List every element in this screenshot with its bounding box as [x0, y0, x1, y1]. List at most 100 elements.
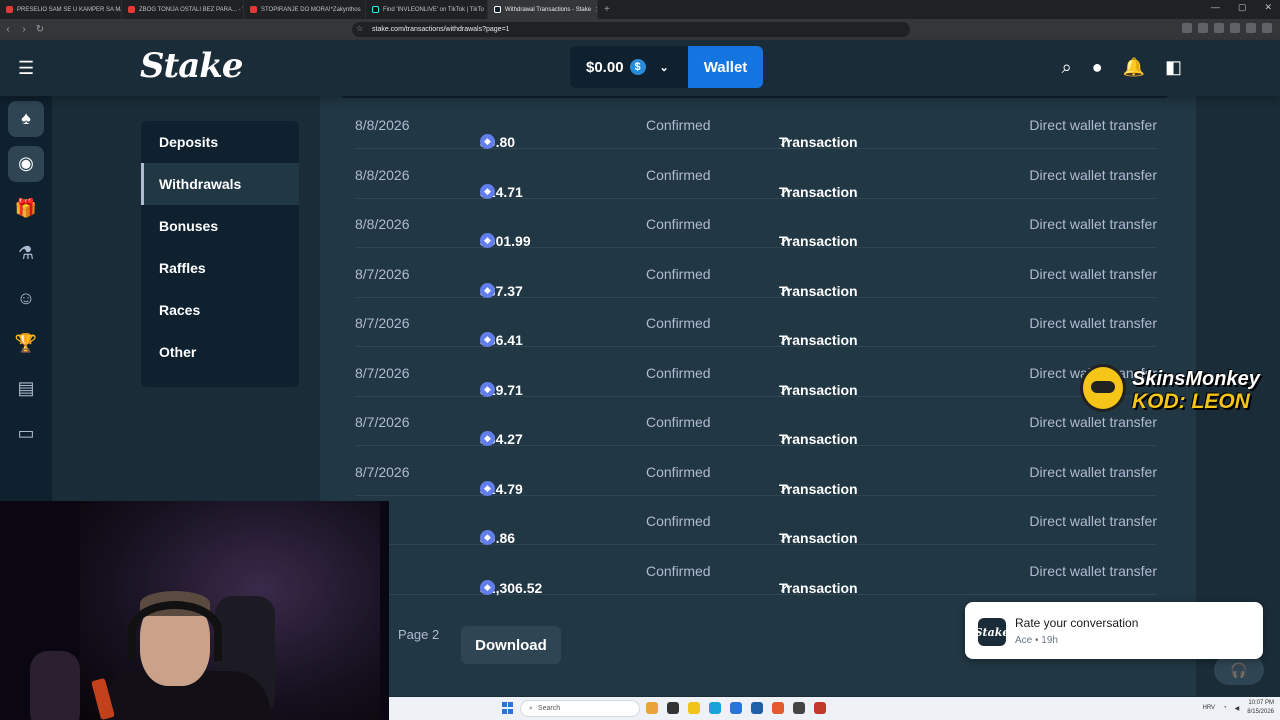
store-icon[interactable]	[730, 702, 742, 714]
back-icon[interactable]: ‹	[0, 24, 16, 35]
browser-tab[interactable]: PRESELIO SAM SE U KAMPER SA MA	[0, 0, 122, 19]
app-icon[interactable]	[751, 702, 763, 714]
new-tab-button[interactable]: +	[604, 4, 610, 15]
blog-icon[interactable]: ▤	[0, 366, 52, 411]
date-cell: 8/8/2026	[355, 216, 410, 232]
sidenav-item-races[interactable]: Races	[141, 289, 299, 331]
browser-tab[interactable]: ZBOG TONIJA OSTALI BEZ PARA... - Y	[122, 0, 244, 19]
reload-icon[interactable]: ↻	[32, 24, 48, 35]
ethereum-icon: ◆	[480, 134, 495, 149]
tab-title: Withdrawal Transactions - Stake	[505, 6, 592, 13]
usd-coin-icon: $	[629, 59, 646, 75]
extension-icon[interactable]	[1214, 23, 1224, 33]
external-link-icon: ↗	[779, 183, 790, 199]
edge-icon[interactable]	[709, 702, 721, 714]
hamburger-menu-icon[interactable]: ☰	[18, 58, 34, 79]
date-cell: 8/7/2026	[355, 463, 410, 480]
wallet-button[interactable]: Wallet	[688, 46, 763, 88]
sidenav-item-raffles[interactable]: Raffles	[141, 247, 299, 289]
close-window-button[interactable]: ✕	[1264, 2, 1272, 13]
affiliate-icon[interactable]: ☺	[0, 276, 52, 321]
app-icon[interactable]	[814, 702, 826, 714]
sidenav-item-bonuses[interactable]: Bonuses	[141, 205, 299, 247]
chat-panel-icon[interactable]: ◧	[1165, 57, 1182, 78]
windows-start-icon[interactable]	[502, 702, 514, 714]
sidenav-item-other[interactable]: Other	[141, 331, 299, 373]
bookmark-icon[interactable]: ☆	[356, 24, 363, 33]
date-cell: 8/7/2026	[355, 364, 410, 381]
date-cell: 8/7/2026	[355, 315, 410, 331]
transaction-link-label: Transaction	[779, 480, 858, 497]
extension-icon[interactable]	[1246, 23, 1256, 33]
gaming-chair	[30, 651, 80, 720]
balance-dropdown[interactable]: $0.00 $ ⌄	[570, 46, 688, 88]
brave-icon[interactable]	[772, 702, 784, 714]
sidenav-item-withdrawals[interactable]: Withdrawals	[141, 163, 299, 205]
table-row: 8/7/2026 $34.27 ◆ Confirmed Transaction ↗ Dire…	[355, 397, 1157, 447]
app-icon[interactable]	[793, 702, 805, 714]
sidenav-item-deposits[interactable]: Deposits	[141, 121, 299, 163]
youtube-icon	[6, 6, 13, 13]
tab-title: Find 'INVLEONLIVE' on TikTok | TikTo	[383, 6, 484, 13]
browser-tab[interactable]: Withdrawal Transactions - Stake✕	[488, 0, 598, 19]
volume-icon[interactable]: ◀	[1235, 705, 1240, 712]
status-cell: Confirmed	[646, 513, 711, 529]
status-cell: Confirmed	[646, 463, 711, 480]
maximize-button[interactable]: ▢	[1238, 2, 1247, 13]
close-icon[interactable]: ✕	[595, 5, 597, 14]
table-row: 8/8/2026 $14.71 ◆ Confirmed Transaction ↗ Dire…	[355, 150, 1157, 200]
task-view-icon[interactable]	[667, 702, 679, 714]
wifi-icon[interactable]: ◔	[1223, 705, 1227, 711]
support-headset-icon[interactable]: 🎧	[1214, 655, 1264, 685]
bell-icon[interactable]: 🔔	[1123, 57, 1145, 78]
system-tray: HRV ◔ ◀ 10:07 PM 8/15/2026	[1202, 699, 1274, 717]
gift-icon[interactable]: 🎁	[0, 186, 52, 231]
language-indicator[interactable]: HRV	[1202, 705, 1215, 711]
extension-icon[interactable]	[1230, 23, 1240, 33]
date-cell: 8/8/2026	[355, 117, 410, 133]
flask-icon[interactable]: ⚗	[0, 231, 52, 276]
search-icon: ⌕	[529, 704, 533, 712]
download-button[interactable]: Download	[461, 626, 561, 664]
ethereum-icon: ◆	[480, 431, 495, 446]
method-cell: Direct wallet transfer	[1029, 513, 1157, 529]
user-icon[interactable]: ●	[1092, 57, 1103, 78]
forum-icon[interactable]: ▭	[0, 411, 52, 456]
minimize-button[interactable]: —	[1211, 2, 1220, 13]
sponsor-code: KOD: LEON	[1132, 390, 1250, 413]
youtube-icon	[128, 6, 135, 13]
rail-item-casino[interactable]: ♠	[0, 96, 52, 141]
status-cell: Confirmed	[646, 265, 711, 282]
ethereum-icon: ◆	[480, 282, 495, 298]
extension-icon[interactable]	[1198, 23, 1208, 33]
file-explorer-icon[interactable]	[688, 702, 700, 714]
method-cell: Direct wallet transfer	[1029, 117, 1157, 133]
external-link-icon: ↗	[779, 233, 790, 248]
browser-address-bar: ‹ › ↻ ☆ stake.com/transactions/withdrawa…	[0, 19, 1280, 40]
clock[interactable]: 10:07 PM 8/15/2026	[1247, 699, 1274, 717]
forward-icon[interactable]: ›	[16, 24, 32, 35]
stake-logo[interactable]: Stake	[140, 46, 243, 86]
table-row: 8/7/2026 $37.37 ◆ Confirmed Transaction ↗ Dire…	[355, 249, 1157, 299]
tab-title: STOPIRANJE DO MORA!*Zakynthos	[261, 6, 361, 13]
casino-icon: ♠	[8, 100, 44, 137]
method-cell: Direct wallet transfer	[1029, 265, 1157, 282]
trophy-icon[interactable]: 🏆	[0, 321, 52, 366]
sponsor-name: SkinsMonkey	[1132, 368, 1260, 390]
app-icon[interactable]	[646, 702, 658, 714]
external-link-icon: ↗	[779, 480, 790, 496]
external-link-icon: ↗	[779, 134, 790, 149]
menu-icon[interactable]	[1262, 23, 1272, 33]
rail-item-sports[interactable]: ◉	[0, 141, 52, 186]
extension-icon[interactable]	[1182, 23, 1192, 33]
table-row: 8/8/2026 $9.80 ◆ Confirmed Transaction ↗ Direc…	[355, 100, 1157, 150]
window-controls: — ▢ ✕	[1211, 2, 1272, 13]
chat-rating-toast[interactable]: Stake Rate your conversation Ace • 19h	[965, 602, 1263, 659]
transaction-link-label: Transaction	[779, 579, 858, 596]
search-icon[interactable]: ⌕	[1062, 57, 1072, 78]
sponsor-overlay: SkinsMonkey KOD: LEON	[1078, 360, 1278, 416]
url-input[interactable]: ☆ stake.com/transactions/withdrawals?pag…	[352, 22, 910, 37]
browser-tab[interactable]: Find 'INVLEONLIVE' on TikTok | TikTo	[366, 0, 488, 19]
taskbar-search[interactable]: ⌕ Search	[520, 700, 640, 717]
browser-tab[interactable]: STOPIRANJE DO MORA!*Zakynthos	[244, 0, 366, 19]
